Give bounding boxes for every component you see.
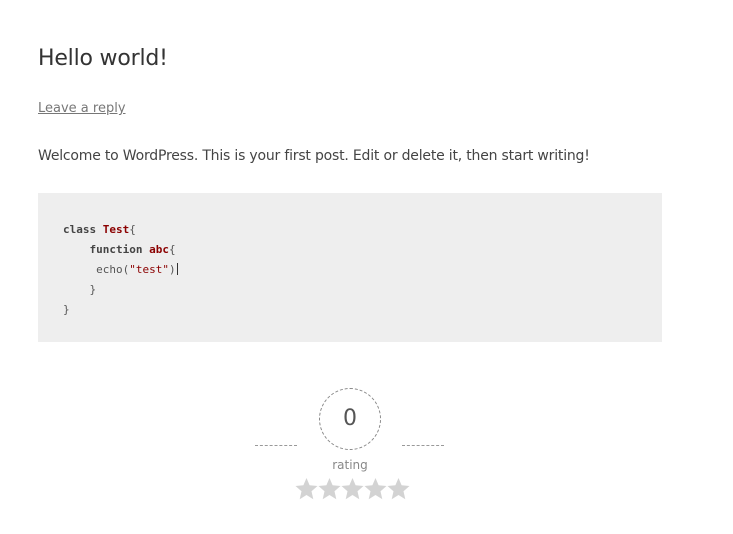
code-line: echo("test") — [63, 260, 178, 280]
rating-divider-left — [255, 445, 297, 446]
code-call: echo( — [96, 263, 130, 276]
code-line: } — [63, 300, 178, 320]
star-rating[interactable] — [295, 477, 410, 503]
leave-a-reply-link[interactable]: Leave a reply — [38, 101, 126, 116]
post-title: Hello world! — [38, 46, 168, 71]
star-3-icon[interactable] — [341, 477, 364, 501]
code-line: } — [63, 280, 178, 300]
code-brace: { — [129, 223, 136, 236]
star-2-icon[interactable] — [318, 477, 341, 501]
text-caret — [176, 263, 178, 275]
rating-widget: 0 rating — [255, 388, 445, 508]
star-5-icon[interactable] — [387, 477, 410, 501]
code-block[interactable]: class Test{ function abc{ echo("test") }… — [38, 193, 662, 342]
code-function-name: abc — [149, 243, 169, 256]
star-1-icon[interactable] — [295, 477, 318, 501]
code-keyword: class — [63, 223, 97, 236]
code-brace: } — [63, 303, 70, 316]
code-line: function abc{ — [63, 240, 178, 260]
code-string: "test" — [129, 263, 169, 276]
code-brace: { — [168, 243, 176, 256]
code-line: class Test{ — [63, 220, 178, 240]
rating-score: 0 — [319, 388, 381, 450]
rating-divider-right — [402, 445, 444, 446]
code-paren: ) — [169, 263, 176, 276]
code-class-name: Test — [102, 223, 130, 236]
code-content[interactable]: class Test{ function abc{ echo("test") }… — [63, 220, 178, 320]
post-body-text: Welcome to WordPress. This is your first… — [38, 148, 590, 164]
rating-label: rating — [332, 458, 368, 472]
code-brace: } — [89, 283, 97, 296]
star-4-icon[interactable] — [364, 477, 387, 501]
code-keyword: function — [89, 243, 143, 256]
